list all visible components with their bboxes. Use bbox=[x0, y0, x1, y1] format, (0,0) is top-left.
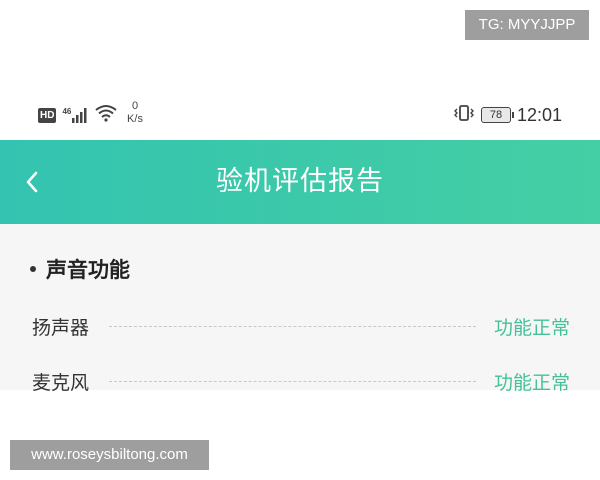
status-bar-right: 78 12:01 bbox=[453, 104, 562, 126]
item-status-speaker: 功能正常 bbox=[493, 316, 570, 339]
hd-icon: HD bbox=[38, 107, 57, 123]
screen: TG: MYYJJPP HD 46 0 K/s 78 12:01 验机评估报告 … bbox=[0, 0, 600, 480]
section-heading: 声音功能 bbox=[30, 254, 130, 284]
network-speed: 0 K/s bbox=[122, 100, 148, 126]
vibrate-icon bbox=[453, 104, 475, 126]
cellular-signal-icon: 46 bbox=[62, 107, 89, 123]
report-content: 声音功能 扬声器 功能正常 麦克风 功能正常 bbox=[0, 224, 600, 394]
status-clock: 12:01 bbox=[516, 104, 562, 125]
wifi-icon bbox=[95, 104, 117, 126]
section-title: 声音功能 bbox=[46, 258, 130, 282]
watermark-bottom: www.roseysbiltong.com bbox=[10, 440, 209, 470]
page-title: 验机评估报告 bbox=[216, 166, 384, 197]
dotted-leader bbox=[109, 325, 476, 327]
status-bar-left: HD 46 bbox=[38, 104, 117, 126]
watermark-top: TG: MYYJJPP bbox=[465, 10, 589, 40]
dotted-leader bbox=[109, 380, 476, 382]
item-label-microphone: 麦克风 bbox=[32, 371, 90, 394]
app-header: 验机评估报告 bbox=[0, 140, 600, 224]
bullet-dot-icon bbox=[30, 266, 36, 272]
list-item: 扬声器 功能正常 bbox=[32, 311, 570, 341]
item-status-microphone: 功能正常 bbox=[493, 371, 570, 394]
network-type-label: 46 bbox=[62, 107, 72, 116]
back-button[interactable] bbox=[16, 166, 48, 198]
item-label-speaker: 扬声器 bbox=[32, 316, 90, 339]
network-speed-value: 0 bbox=[131, 100, 139, 112]
list-item: 麦克风 功能正常 bbox=[32, 366, 570, 396]
status-bar: HD 46 0 K/s 78 12:01 bbox=[0, 96, 600, 138]
network-speed-unit: K/s bbox=[127, 113, 143, 125]
chevron-left-icon bbox=[26, 171, 38, 193]
battery-icon: 78 bbox=[480, 107, 514, 123]
